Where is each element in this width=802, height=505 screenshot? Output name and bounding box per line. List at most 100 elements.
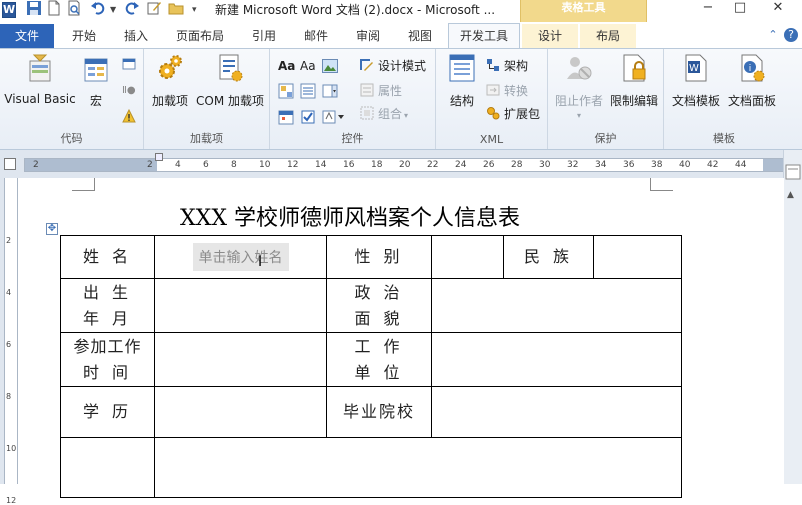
word-app-icon[interactable]: W: [2, 2, 16, 18]
table-cell-value[interactable]: [431, 278, 682, 333]
table-row: 参加工作时 间 工 作单 位: [60, 332, 682, 387]
properties-button[interactable]: 属性: [360, 82, 402, 100]
save-icon[interactable]: [26, 0, 42, 16]
dropdown-list-control-icon[interactable]: [322, 83, 338, 99]
open-folder-icon[interactable]: [168, 0, 184, 16]
tab-home[interactable]: 开始: [62, 24, 106, 48]
group-xml: 结构 架构 转换 扩展包 XML: [436, 49, 548, 149]
design-mode-icon: [360, 59, 373, 71]
print-preview-icon[interactable]: [66, 0, 82, 16]
table-row: 姓 名 单击输入姓名 性 别 民 族: [60, 235, 682, 279]
document-page[interactable]: ✥ XXX 学校师德师风档案个人信息表 姓 名 单击输入姓名 性 别 民 族 出…: [18, 178, 784, 498]
visual-basic-button[interactable]: Visual Basic: [4, 53, 76, 106]
table-cell-value[interactable]: [154, 278, 327, 333]
tab-insert[interactable]: 插入: [114, 24, 158, 48]
edit-document-icon[interactable]: [146, 0, 162, 16]
rich-text-control-button[interactable]: Aa: [278, 57, 295, 75]
combo-box-control-icon[interactable]: [300, 83, 316, 99]
name-label: 姓 名: [82, 247, 133, 266]
date-picker-control-icon[interactable]: [278, 109, 294, 125]
new-document-icon[interactable]: [46, 0, 62, 16]
design-mode-label: 设计模式: [378, 59, 427, 73]
table-cell-value[interactable]: [431, 386, 682, 438]
scroll-up-icon[interactable]: ▲: [787, 190, 794, 200]
table-cell-label: 出 生年 月: [60, 278, 155, 333]
table-tools-context-title: 表格工具: [520, 0, 647, 22]
tab-table-design[interactable]: 设计: [522, 24, 578, 48]
com-addins-button[interactable]: COM 加载项: [196, 53, 264, 109]
tab-review[interactable]: 审阅: [346, 24, 390, 48]
legacy-tools-icon[interactable]: [322, 109, 346, 125]
table-cell-value[interactable]: 单击输入姓名: [154, 235, 327, 279]
workplace-label-line1: 工 作: [354, 336, 404, 356]
indent-marker-icon[interactable]: [155, 153, 163, 161]
design-mode-button[interactable]: 设计模式: [360, 57, 426, 75]
expansion-pack-button[interactable]: 扩展包: [486, 105, 540, 123]
tab-mailings[interactable]: 邮件: [294, 24, 338, 48]
addins-button[interactable]: 加载项: [148, 53, 192, 109]
group-button[interactable]: 组合 ▾: [360, 105, 408, 123]
vertical-scrollbar[interactable]: ▲: [783, 150, 802, 484]
tab-references[interactable]: 引用: [242, 24, 286, 48]
table-cell-value[interactable]: [431, 332, 682, 387]
group-protect-label: 保护: [594, 132, 617, 145]
group-addins: 加载项 COM 加载项 加载项: [144, 49, 270, 149]
group-addins-label: 加载项: [190, 132, 223, 145]
group-code-label: 代码: [60, 132, 83, 145]
picture-control-icon[interactable]: [322, 59, 338, 73]
vertical-ruler[interactable]: 2 4 6 8 10 12: [0, 178, 18, 505]
document-template-button[interactable]: W 文档模板: [668, 53, 724, 109]
undo-dropdown-icon[interactable]: ▼: [110, 2, 116, 18]
ribbon-tabs: 文件 开始 插入 页面布局 引用 邮件 审阅 视图 开发工具 设计 布局 ⌃ ?: [0, 22, 802, 49]
plain-text-control-button[interactable]: Aa: [300, 57, 316, 75]
document-panel-button[interactable]: i 文档面板: [724, 53, 780, 109]
tab-developer[interactable]: 开发工具: [448, 23, 520, 49]
name-placeholder-field[interactable]: 单击输入姓名: [192, 243, 289, 271]
tab-file[interactable]: 文件: [0, 24, 54, 48]
record-macro-icon[interactable]: [122, 57, 136, 71]
ruler-toggle-icon[interactable]: [785, 164, 801, 180]
ruler-number: 4: [175, 160, 181, 170]
checkbox-control-icon[interactable]: [300, 109, 316, 125]
table-cell-value[interactable]: [154, 386, 327, 438]
restrict-editing-button[interactable]: 限制编辑: [608, 53, 660, 109]
xml-structure-button[interactable]: 结构: [444, 53, 480, 109]
table-move-handle-icon[interactable]: ✥: [46, 223, 58, 235]
collapse-ribbon-icon[interactable]: ⌃: [766, 28, 780, 42]
transform-button[interactable]: 转换: [486, 82, 528, 100]
svg-text:i: i: [749, 64, 752, 74]
horizontal-ruler[interactable]: 2 2 4 6 8 10 12 14 16 18 20 22 24 26 28 30 32 34 36 38 40 42 4…: [24, 153, 784, 172]
table-cell-value[interactable]: [431, 235, 504, 279]
ruler-number: 24: [455, 160, 467, 170]
customize-qat-icon[interactable]: ▾: [192, 2, 197, 18]
tab-page-layout[interactable]: 页面布局: [166, 24, 234, 48]
tab-table-layout[interactable]: 布局: [580, 24, 636, 48]
xml-structure-label: 结构: [449, 94, 474, 108]
ethnicity-label: 民 族: [523, 247, 574, 266]
table-cell-value[interactable]: [154, 332, 327, 387]
addins-gear-icon: [159, 55, 182, 79]
minimize-button[interactable]: −: [690, 0, 726, 18]
table-cell-value[interactable]: [593, 235, 682, 279]
undo-icon[interactable]: [90, 0, 106, 16]
ruler-number: 22: [427, 160, 439, 170]
tab-selector-icon[interactable]: [4, 158, 16, 170]
document-template-label: 文档模板: [671, 94, 720, 108]
vertical-ruler-strip: 2 4 6 8 10 12: [4, 178, 18, 505]
redo-icon[interactable]: [124, 0, 140, 16]
tab-view[interactable]: 视图: [398, 24, 442, 48]
pause-recording-icon[interactable]: Ⅱ●: [122, 85, 136, 96]
macro-security-warning-icon[interactable]: [122, 109, 136, 123]
block-authors-button[interactable]: 阻止作者 ▾: [552, 53, 606, 120]
education-label: 学 历: [82, 402, 133, 421]
group-protect: 阻止作者 ▾ 限制编辑 保护: [548, 49, 664, 149]
maximize-button[interactable]: □: [722, 0, 758, 18]
building-block-control-icon[interactable]: [278, 83, 294, 99]
close-button[interactable]: ✕: [760, 0, 796, 18]
table-cell-value[interactable]: [154, 437, 682, 498]
schema-button[interactable]: 架构: [486, 57, 528, 75]
help-icon[interactable]: ?: [784, 28, 798, 42]
vertical-ruler-number: 12: [6, 496, 17, 505]
macros-button[interactable]: 宏: [78, 53, 114, 109]
birth-label-line2: 年 月: [82, 308, 133, 328]
